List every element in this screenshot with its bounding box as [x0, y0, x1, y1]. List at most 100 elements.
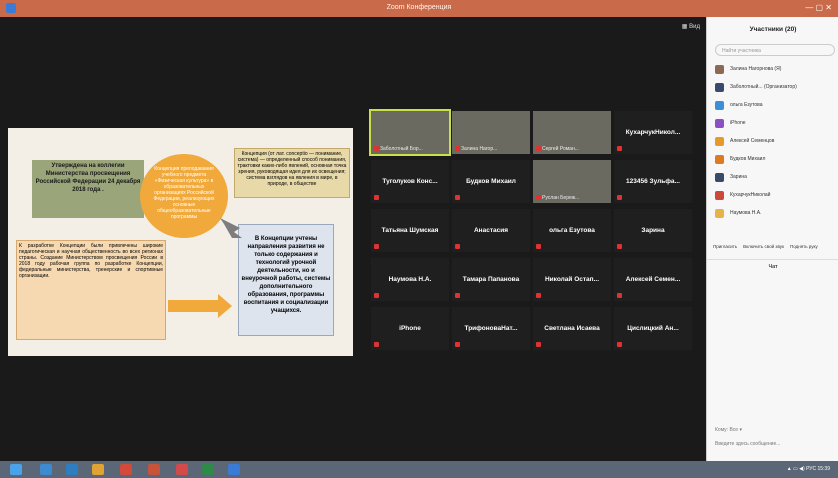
video-tile[interactable]: Наумова Н.А.	[371, 258, 449, 301]
video-tile[interactable]: Анастасия	[452, 209, 530, 252]
video-tile[interactable]: Будков Михаил	[452, 160, 530, 203]
muted-mic-icon	[536, 244, 541, 249]
definition-box: Концепция (от лат. conceptio — понимание…	[234, 148, 350, 198]
zoom-taskbar-icon[interactable]	[228, 464, 240, 475]
tile-name-caption: Сергей Роман...	[542, 146, 579, 152]
video-tile[interactable]: Заболотный Бор...	[369, 109, 451, 156]
view-button[interactable]: ▦ Вид	[682, 23, 700, 30]
video-tile[interactable]: Алексей Семен...	[614, 258, 692, 301]
video-tile[interactable]: Николай Остап...	[533, 258, 611, 301]
tile-name: Светлана Исаева	[544, 325, 600, 332]
tile-name: Цислицкий Ан...	[627, 325, 679, 332]
chat-header: Чат	[707, 259, 838, 274]
tile-name: Анастасия	[473, 227, 509, 234]
muted-mic-icon	[374, 342, 379, 347]
participant-row[interactable]: Наумова Н.А.	[715, 205, 838, 221]
avatar	[715, 100, 724, 110]
video-tile[interactable]: Татьяна Шумская	[371, 209, 449, 252]
folder-icon[interactable]	[92, 464, 104, 475]
video-tile[interactable]: iPhone	[371, 307, 449, 350]
video-tile[interactable]: Сергей Роман...	[533, 111, 611, 154]
chat-footer: Кому: Все ▾ Введите здесь сообщение...	[715, 427, 781, 447]
invite-button[interactable]: Пригласить	[713, 244, 737, 249]
mail-icon[interactable]	[176, 464, 188, 475]
participants-panel: Участники (20) Найти участника Залина На…	[706, 17, 838, 461]
muted-mic-icon	[617, 244, 622, 249]
participant-name: Залина Нагорнова (Я)	[730, 66, 782, 72]
raise-hand-button[interactable]: Поднять руку	[790, 244, 818, 249]
video-tile[interactable]: Зарина	[614, 209, 692, 252]
muted-mic-icon	[455, 146, 460, 151]
participant-row[interactable]: КухарчукНиколай	[715, 187, 838, 203]
participant-name: Наумова Н.А.	[730, 210, 762, 216]
taskbar: ▲ ▭ ◀) РУС 15:39	[0, 461, 838, 478]
participant-search-input[interactable]: Найти участника	[715, 44, 835, 56]
participant-row[interactable]: iPhone	[715, 115, 838, 131]
muted-mic-icon	[374, 195, 379, 200]
muted-mic-icon	[617, 293, 622, 298]
video-tile[interactable]: Туголуков Конс...	[371, 160, 449, 203]
start-icon[interactable]	[10, 464, 22, 475]
title-bar: Zoom Конференция — ▢ ✕	[0, 0, 838, 17]
tile-name: КухарчукНикол...	[625, 129, 681, 136]
video-tile[interactable]: Светлана Исаева	[533, 307, 611, 350]
video-tile[interactable]: КухарчукНикол...	[614, 111, 692, 154]
participant-row[interactable]: Алексей Семенцов	[715, 133, 838, 149]
participant-name: Зарина	[730, 174, 747, 180]
development-box: К разработке Концепции были привлечены ш…	[16, 240, 166, 340]
tile-name-caption: Руслан Береж...	[542, 195, 580, 201]
video-tile[interactable]: Цислицкий Ан...	[614, 307, 692, 350]
avatar	[715, 118, 724, 128]
window-controls[interactable]: — ▢ ✕	[805, 3, 832, 12]
video-tile[interactable]: Руслан Береж...	[533, 160, 611, 203]
avatar	[715, 154, 724, 164]
tile-name: Николай Остап...	[544, 276, 600, 283]
participant-row[interactable]: Заболотный... (Организатор)	[715, 79, 838, 95]
video-tile[interactable]: Залина Нагор...	[452, 111, 530, 154]
muted-mic-icon	[455, 244, 460, 249]
participant-row[interactable]: Зарина	[715, 169, 838, 185]
participant-name: Заболотный... (Организатор)	[730, 84, 797, 90]
tile-name: Алексей Семен...	[625, 276, 681, 283]
tile-name: 123456 Зульфа...	[626, 178, 680, 185]
muted-mic-icon	[536, 146, 541, 151]
tile-name: Будков Михаил	[466, 178, 516, 185]
excel-icon[interactable]	[202, 464, 214, 475]
avatar	[715, 172, 724, 182]
concept-title-circle: Концепция преподавания учебного предмета…	[140, 154, 228, 238]
chat-input[interactable]: Введите здесь сообщение...	[715, 441, 780, 447]
tile-name: Туголуков Конс...	[382, 178, 438, 185]
video-tile[interactable]: ольга Езутова	[533, 209, 611, 252]
participants-header: Участники (20)	[749, 26, 797, 33]
chat-recipient-select[interactable]: Все	[729, 427, 738, 433]
tile-name: Зарина	[641, 227, 665, 234]
ie-icon[interactable]	[40, 464, 52, 475]
video-tile[interactable]: ТрифоноваНат...	[452, 307, 530, 350]
unmute-button[interactable]: Включить свой звук	[743, 244, 784, 249]
muted-mic-icon	[374, 244, 379, 249]
participant-row[interactable]: Залина Нагорнова (Я)	[715, 61, 838, 77]
avatar	[715, 136, 724, 146]
participant-row[interactable]: Будков Михаил	[715, 151, 838, 167]
directions-box: В Концепции учтены направления развития …	[238, 224, 334, 336]
tile-name-caption: Залина Нагор...	[461, 146, 498, 152]
participant-name: КухарчукНиколай	[730, 192, 771, 198]
muted-mic-icon	[536, 293, 541, 298]
participant-name: Будков Михаил	[730, 156, 766, 162]
video-tile[interactable]: 123456 Зульфа...	[614, 160, 692, 203]
powerpoint-icon[interactable]	[148, 464, 160, 475]
avatar	[715, 190, 724, 200]
muted-mic-icon	[617, 146, 622, 151]
system-tray: ▲ ▭ ◀) РУС 15:39	[786, 466, 830, 472]
tile-name: Татьяна Шумская	[381, 227, 439, 234]
muted-mic-icon	[617, 195, 622, 200]
video-tile[interactable]: Тамара Папанова	[452, 258, 530, 301]
shared-slide: Утверждена на коллегии Министерства прос…	[8, 128, 353, 356]
participant-row[interactable]: ольга Езутова	[715, 97, 838, 113]
app-icon[interactable]	[120, 464, 132, 475]
avatar	[715, 64, 724, 74]
tile-name: ТрифоноваНат...	[464, 325, 518, 332]
window-title: Zoom Конференция	[386, 4, 452, 11]
explorer-icon[interactable]	[66, 464, 78, 475]
approved-box: Утверждена на коллегии Министерства прос…	[32, 160, 144, 218]
